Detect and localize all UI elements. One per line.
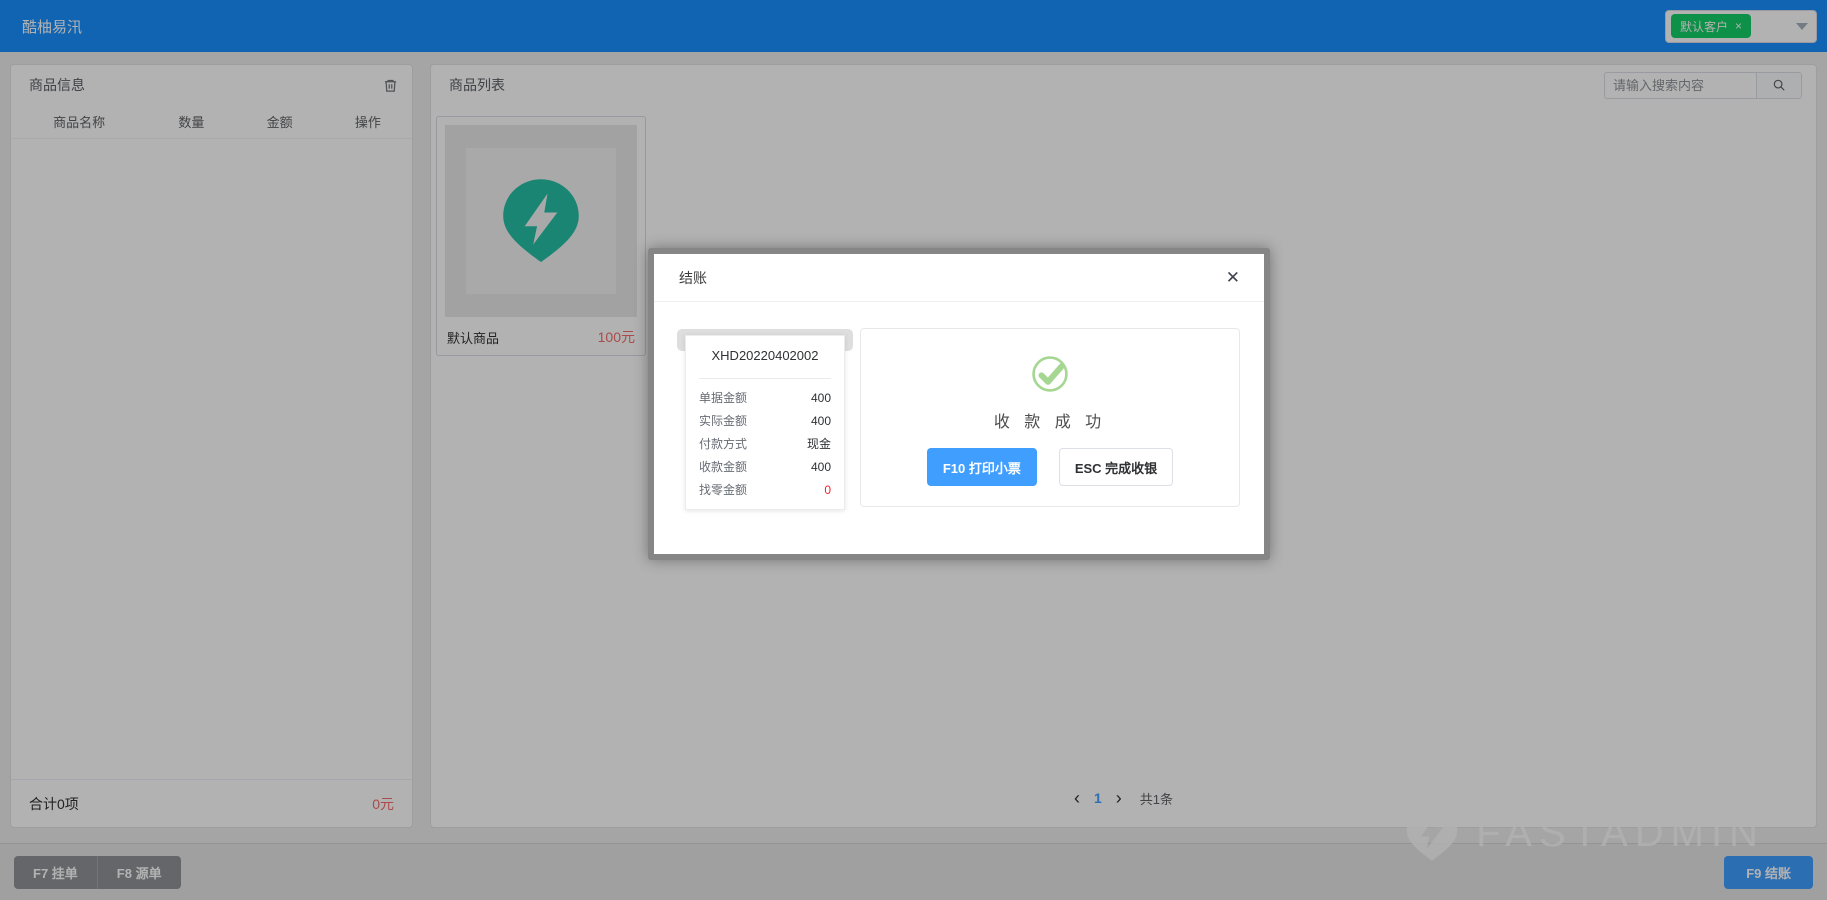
success-check-icon (1029, 353, 1071, 395)
receipt: XHD20220402002 单据金额 400 实际金额 400 付款方式 现金… (685, 335, 845, 510)
receipt-row-label: 实际金额 (699, 410, 747, 433)
receipt-row-value: 现金 (807, 433, 831, 456)
pos-app: 酷柚易汛 默认客户 × 商品信息 商品名称 数量 金额 操作 合计0 (0, 0, 1827, 900)
payment-success-message: 收 款 成 功 (994, 408, 1106, 432)
checkout-modal-title: 结账 (679, 268, 707, 288)
checkout-modal-header: 结账 ✕ (654, 254, 1264, 302)
finish-checkout-button[interactable]: ESC 完成收银 (1059, 448, 1173, 486)
close-icon[interactable]: ✕ (1226, 269, 1240, 286)
payment-result-box: 收 款 成 功 F10 打印小票 ESC 完成收银 (860, 328, 1240, 507)
receipt-row: 单据金额 400 (699, 387, 831, 410)
receipt-divider (699, 378, 831, 379)
receipt-row-label: 付款方式 (699, 433, 747, 456)
receipt-change-value: 0 (824, 479, 831, 502)
receipt-row-label: 单据金额 (699, 387, 747, 410)
receipt-row: 收款金额 400 (699, 456, 831, 479)
checkout-modal: 结账 ✕ XHD20220402002 单据金额 400 实际金额 400 付款 (648, 248, 1270, 560)
receipt-row-label: 找零金额 (699, 479, 747, 502)
receipt-row-value: 400 (811, 410, 831, 433)
receipt-row-value: 400 (811, 387, 831, 410)
receipt-row: 找零金额 0 (699, 479, 831, 502)
receipt-row: 付款方式 现金 (699, 433, 831, 456)
print-receipt-button[interactable]: F10 打印小票 (927, 448, 1037, 486)
checkout-modal-content: XHD20220402002 单据金额 400 实际金额 400 付款方式 现金… (654, 302, 1264, 554)
receipt-number: XHD20220402002 (699, 348, 831, 363)
receipt-row: 实际金额 400 (699, 410, 831, 433)
receipt-row-value: 400 (811, 456, 831, 479)
receipt-row-label: 收款金额 (699, 456, 747, 479)
result-buttons: F10 打印小票 ESC 完成收银 (927, 448, 1173, 486)
